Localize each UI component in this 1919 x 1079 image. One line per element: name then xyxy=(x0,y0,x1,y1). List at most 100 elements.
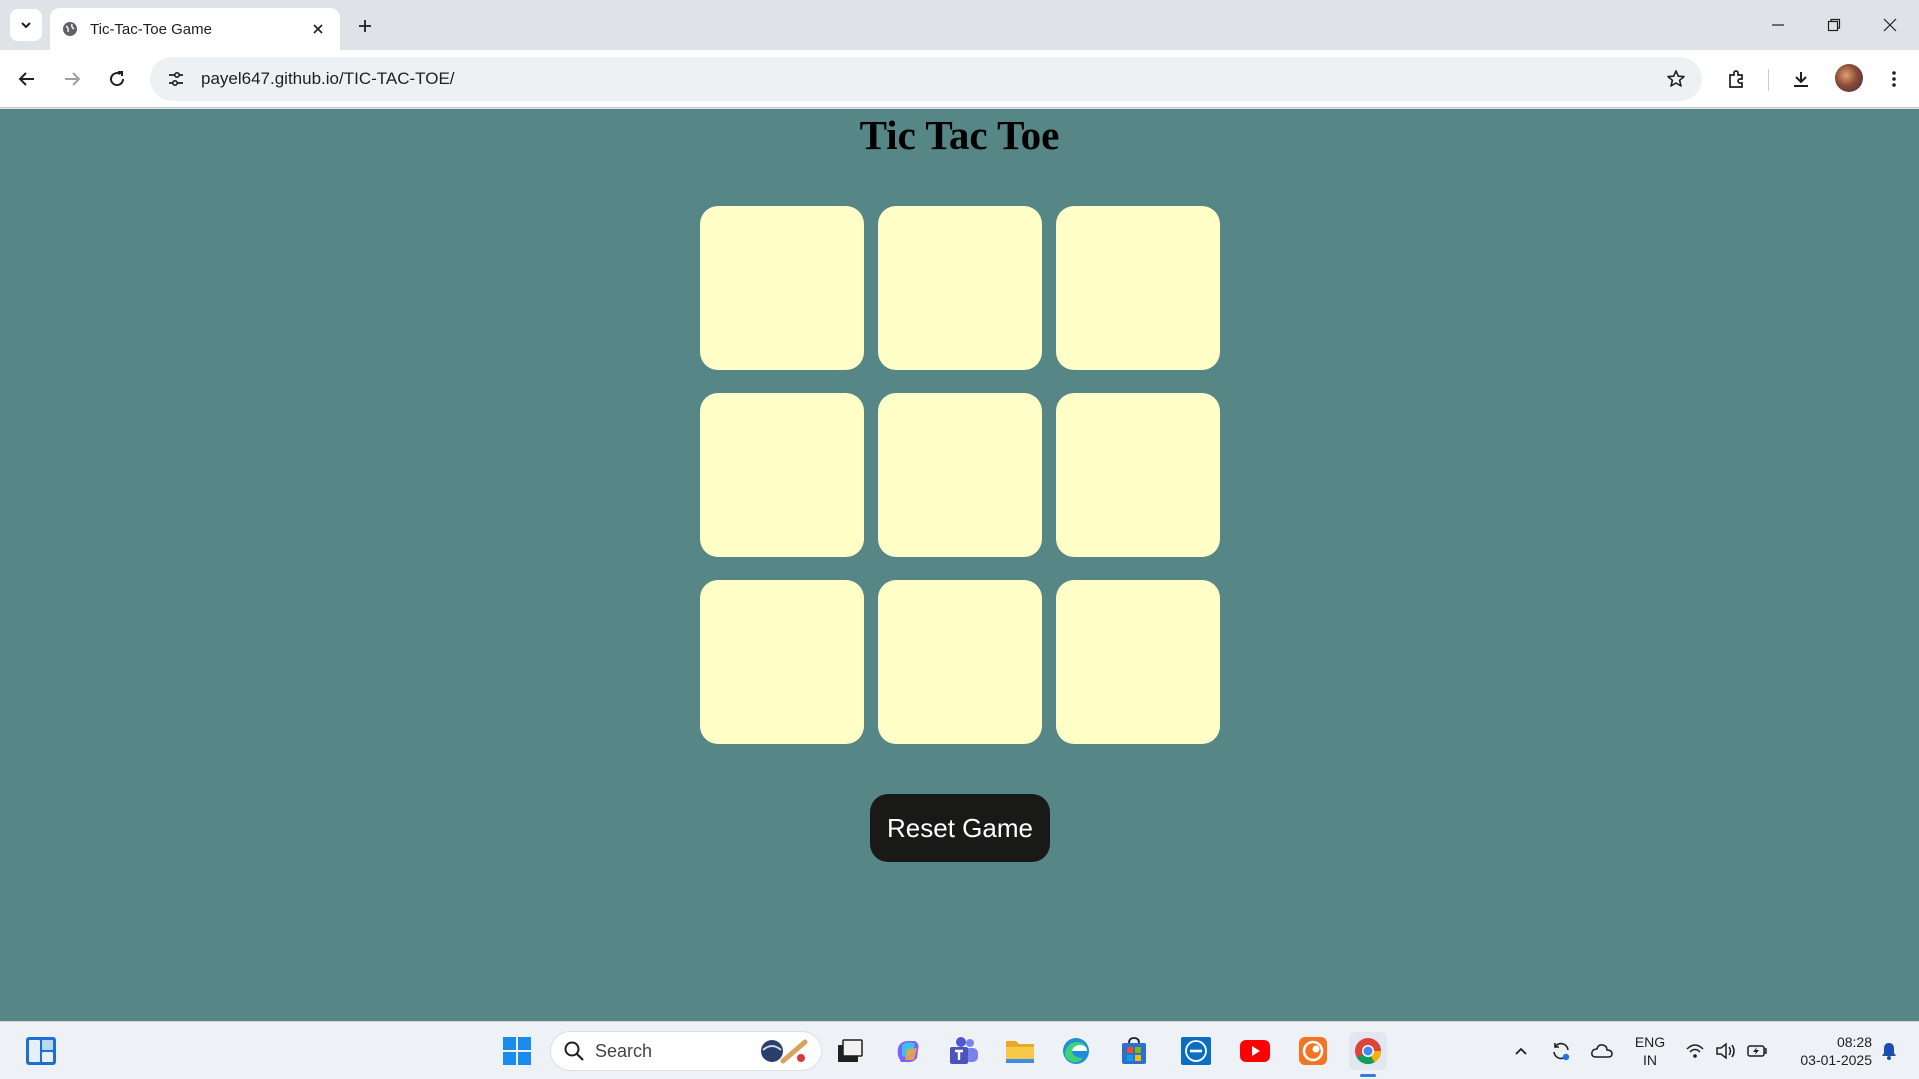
board-cell[interactable] xyxy=(878,206,1042,370)
chevron-up-icon xyxy=(1515,1047,1527,1055)
store-button[interactable] xyxy=(1115,1032,1153,1070)
sync-button[interactable] xyxy=(1543,1032,1579,1070)
battery-charging-icon xyxy=(1747,1045,1767,1057)
active-indicator xyxy=(1360,1074,1376,1077)
star-icon xyxy=(1667,70,1685,87)
restore-icon xyxy=(1827,18,1841,32)
chrome-button[interactable] xyxy=(1349,1032,1387,1070)
clock-time: 08:28 xyxy=(1836,1034,1872,1050)
tab-search-button[interactable] xyxy=(10,9,42,41)
close-icon xyxy=(313,24,323,34)
copilot-button[interactable] xyxy=(889,1032,927,1070)
youtube-button[interactable] xyxy=(1236,1032,1274,1070)
taskbar: Search ENG IN 08:28 03-01-2025 xyxy=(0,1021,1919,1079)
bookmark-button[interactable] xyxy=(1662,65,1690,93)
battery-button[interactable] xyxy=(1740,1032,1774,1070)
file-explorer-button[interactable] xyxy=(1001,1032,1039,1070)
reset-game-button[interactable]: Reset Game xyxy=(870,794,1050,862)
widgets-button[interactable] xyxy=(22,1032,60,1070)
youtube-icon xyxy=(1240,1040,1270,1062)
teams-icon xyxy=(950,1037,978,1064)
board-cell[interactable] xyxy=(878,580,1042,744)
crunchyroll-icon xyxy=(1299,1037,1327,1065)
chrome-icon xyxy=(1355,1038,1382,1065)
active-tab[interactable]: Tic-Tac-Toe Game xyxy=(50,8,340,50)
clock[interactable]: 08:28 03-01-2025 xyxy=(1782,1033,1872,1069)
store-icon xyxy=(1122,1037,1146,1064)
search-icon xyxy=(564,1041,584,1061)
toolbar-separator xyxy=(1768,69,1769,91)
volume-button[interactable] xyxy=(1709,1032,1743,1070)
chevron-down-icon xyxy=(21,22,31,29)
task-view-button[interactable] xyxy=(831,1032,869,1070)
page-title: Tic Tac Toe xyxy=(859,112,1060,158)
cricket-icon xyxy=(761,1039,808,1064)
teams-button[interactable] xyxy=(945,1032,983,1070)
sync-icon xyxy=(1553,1042,1570,1061)
minimize-icon xyxy=(1772,24,1784,26)
tab-title: Tic-Tac-Toe Game xyxy=(90,20,212,38)
dell-icon xyxy=(1181,1037,1211,1065)
start-button[interactable] xyxy=(498,1032,536,1070)
tab-strip: Tic-Tac-Toe Game xyxy=(0,0,1919,50)
board-cell[interactable] xyxy=(1056,393,1220,557)
search-label: Search xyxy=(595,1040,653,1061)
globe-icon xyxy=(63,22,77,36)
close-window-button[interactable] xyxy=(1862,0,1918,50)
page-content: Tic Tac Toe Reset Game xyxy=(0,109,1919,1021)
address-bar[interactable]: payel647.github.io/TIC-TAC-TOE/ xyxy=(150,57,1702,101)
minimize-button[interactable] xyxy=(1750,0,1806,50)
board-cell[interactable] xyxy=(1056,206,1220,370)
board-cell[interactable] xyxy=(878,393,1042,557)
crunchyroll-button[interactable] xyxy=(1294,1032,1332,1070)
browser-toolbar: payel647.github.io/TIC-TAC-TOE/ xyxy=(0,50,1919,108)
arrow-right-icon xyxy=(65,72,81,86)
reload-icon xyxy=(110,71,125,87)
board-cell[interactable] xyxy=(700,393,864,557)
site-info-button[interactable] xyxy=(154,57,198,101)
game-board xyxy=(700,206,1221,744)
new-tab-button[interactable] xyxy=(352,13,378,39)
widgets-icon xyxy=(26,1037,56,1065)
tray-overflow-button[interactable] xyxy=(1503,1032,1539,1070)
language-code: ENG xyxy=(1634,1034,1666,1050)
download-icon xyxy=(1794,72,1808,87)
reload-button[interactable] xyxy=(101,63,133,95)
back-button[interactable] xyxy=(11,63,43,95)
puzzle-icon xyxy=(1729,70,1743,88)
profile-avatar[interactable] xyxy=(1835,64,1863,92)
more-vertical-icon xyxy=(1892,71,1896,87)
arrow-left-icon xyxy=(18,72,34,86)
wifi-icon xyxy=(1686,1044,1704,1058)
file-explorer-icon xyxy=(1006,1041,1034,1063)
url-text: payel647.github.io/TIC-TAC-TOE/ xyxy=(201,69,455,88)
volume-icon xyxy=(1716,1042,1735,1060)
onedrive-button[interactable] xyxy=(1584,1032,1620,1070)
downloads-button[interactable] xyxy=(1785,63,1817,95)
tune-icon xyxy=(169,71,183,87)
forward-button[interactable] xyxy=(56,63,88,95)
dell-button[interactable] xyxy=(1177,1032,1215,1070)
region-code: IN xyxy=(1643,1052,1657,1068)
wifi-button[interactable] xyxy=(1678,1032,1712,1070)
extensions-button[interactable] xyxy=(1720,63,1752,95)
board-cell[interactable] xyxy=(700,580,864,744)
edge-icon xyxy=(1063,1038,1089,1064)
board-cell[interactable] xyxy=(700,206,864,370)
clock-date: 03-01-2025 xyxy=(1800,1052,1872,1068)
task-view-icon xyxy=(838,1039,863,1062)
edge-button[interactable] xyxy=(1057,1032,1095,1070)
notifications-button[interactable] xyxy=(1872,1032,1906,1070)
cloud-icon xyxy=(1591,1044,1613,1058)
plus-icon xyxy=(359,20,371,32)
close-icon xyxy=(1883,18,1897,32)
board-cell[interactable] xyxy=(1056,580,1220,744)
copilot-icon xyxy=(897,1041,919,1063)
bell-icon xyxy=(1882,1043,1896,1060)
menu-button[interactable] xyxy=(1878,63,1910,95)
language-indicator[interactable]: ENG IN xyxy=(1630,1033,1670,1069)
tab-close-button[interactable] xyxy=(308,19,328,39)
start-icon xyxy=(503,1037,531,1065)
taskbar-search[interactable]: Search xyxy=(550,1031,822,1071)
restore-button[interactable] xyxy=(1806,0,1862,50)
